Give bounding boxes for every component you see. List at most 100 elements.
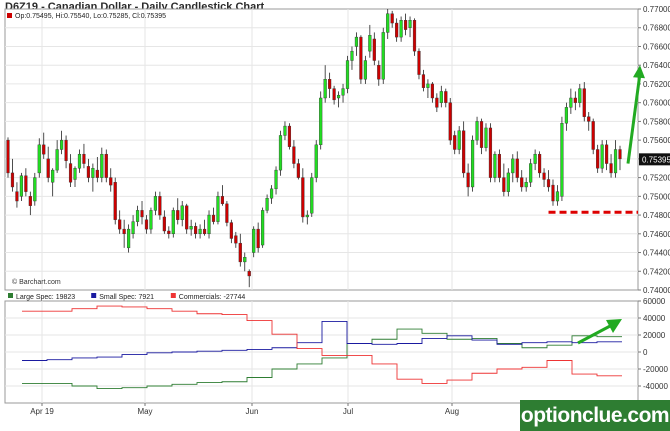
y-tick-label: 0.75200 bbox=[643, 174, 670, 183]
candle-body bbox=[278, 135, 283, 171]
candle-body bbox=[28, 196, 32, 206]
candle-body bbox=[256, 228, 260, 249]
cot-y-tick-label: -40000 bbox=[643, 382, 668, 391]
candle-body bbox=[502, 177, 506, 192]
candle-body bbox=[194, 226, 198, 235]
candle-body bbox=[149, 210, 153, 230]
candle-body bbox=[60, 139, 64, 150]
candle-body bbox=[390, 13, 394, 24]
candle-body bbox=[238, 242, 242, 263]
candle-body bbox=[305, 214, 309, 218]
candle-body bbox=[19, 175, 23, 197]
x-tick-label: May bbox=[137, 407, 152, 416]
y-tick-label: 0.74400 bbox=[643, 249, 670, 258]
candle-body bbox=[144, 219, 149, 230]
cot-legend-label: Commercials: -27744 bbox=[179, 294, 246, 301]
candle-body bbox=[283, 125, 287, 136]
candle-body bbox=[426, 83, 430, 88]
y-tick-label: 0.74000 bbox=[643, 286, 670, 295]
candle-body bbox=[287, 125, 292, 147]
price-panel-frame bbox=[4, 8, 639, 291]
candle-body bbox=[470, 139, 475, 188]
last-price-label: 0.75395 bbox=[642, 155, 670, 164]
candle-body bbox=[453, 135, 457, 150]
candle-body bbox=[359, 36, 363, 80]
candle-body bbox=[439, 91, 443, 103]
candle-body bbox=[533, 153, 537, 164]
cot-y-tick-label: 20000 bbox=[643, 331, 666, 340]
cot-y-tick-label: 0 bbox=[643, 348, 648, 357]
candle-body bbox=[600, 144, 604, 169]
candle-body bbox=[198, 228, 202, 235]
candle-body bbox=[207, 214, 211, 234]
candle-body bbox=[462, 130, 466, 174]
candle-body bbox=[261, 210, 265, 246]
candle-body bbox=[265, 198, 269, 211]
candle-body bbox=[220, 196, 225, 205]
y-tick-label: 0.76200 bbox=[643, 80, 670, 89]
candle-body bbox=[350, 50, 354, 61]
candle-body bbox=[399, 20, 403, 38]
candle-body bbox=[269, 188, 274, 199]
candle-body bbox=[511, 158, 515, 174]
candle-body bbox=[520, 177, 524, 188]
candle-body bbox=[37, 144, 41, 174]
candle-body bbox=[363, 60, 367, 80]
candle-body bbox=[332, 88, 336, 101]
candle-body bbox=[564, 107, 568, 124]
candle-body bbox=[95, 169, 99, 178]
candle-body bbox=[560, 123, 564, 197]
candle-body bbox=[444, 91, 448, 103]
candle-body bbox=[247, 271, 251, 277]
candle-body bbox=[421, 74, 426, 88]
candle-body bbox=[185, 205, 189, 230]
candle-body bbox=[158, 196, 162, 216]
candle-body bbox=[310, 177, 314, 214]
candle-body bbox=[33, 177, 37, 202]
candle-body bbox=[274, 169, 278, 190]
candle-body bbox=[109, 177, 113, 186]
candle-body bbox=[176, 210, 180, 220]
candle-body bbox=[538, 153, 542, 174]
candle-body bbox=[162, 216, 166, 232]
x-tick-label: Jul bbox=[343, 407, 353, 416]
candle-body bbox=[202, 228, 207, 235]
candle-body bbox=[189, 226, 193, 230]
cot-legend-swatch bbox=[91, 293, 97, 298]
candle-body bbox=[216, 196, 220, 222]
candle-body bbox=[6, 139, 10, 174]
y-tick-label: 0.76600 bbox=[643, 42, 670, 51]
y-tick-label: 0.75800 bbox=[643, 117, 670, 126]
candle-body bbox=[475, 121, 479, 141]
candle-body bbox=[122, 228, 126, 235]
y-tick-label: 0.76000 bbox=[643, 99, 670, 108]
candle-body bbox=[573, 97, 577, 103]
candle-body bbox=[10, 172, 15, 188]
candle-body bbox=[587, 116, 591, 122]
candle-body bbox=[153, 196, 158, 211]
candle-body bbox=[417, 50, 421, 75]
cot-legend-swatch bbox=[8, 293, 13, 298]
chart-canvas: 0.77000 0.76800 0.76600 0.76400 0.76200 0.760… bbox=[4, 5, 670, 416]
candle-body bbox=[301, 177, 305, 218]
y-tick-label: 0.75600 bbox=[643, 136, 670, 145]
candle-body bbox=[506, 172, 510, 192]
candle-body bbox=[403, 20, 408, 30]
candle-body bbox=[180, 205, 184, 220]
candle-body bbox=[292, 146, 296, 164]
candle-body bbox=[555, 191, 560, 202]
candle-body bbox=[243, 257, 247, 263]
candle-body bbox=[546, 179, 551, 188]
candle-body bbox=[618, 149, 622, 160]
candle-body bbox=[323, 79, 327, 99]
candle-body bbox=[542, 172, 546, 180]
candle-body bbox=[127, 228, 131, 249]
candle-body bbox=[613, 149, 618, 174]
legend-swatch bbox=[7, 13, 12, 18]
ohlc-legend: Op:0.75495, Hi:0.75540, Lo:0.75285, Cl:0… bbox=[15, 13, 166, 20]
candle-body bbox=[77, 153, 82, 169]
candle-body bbox=[42, 144, 46, 155]
y-tick-label: 0.77000 bbox=[643, 5, 670, 14]
candle-body bbox=[73, 168, 77, 180]
candle-body bbox=[354, 36, 359, 47]
